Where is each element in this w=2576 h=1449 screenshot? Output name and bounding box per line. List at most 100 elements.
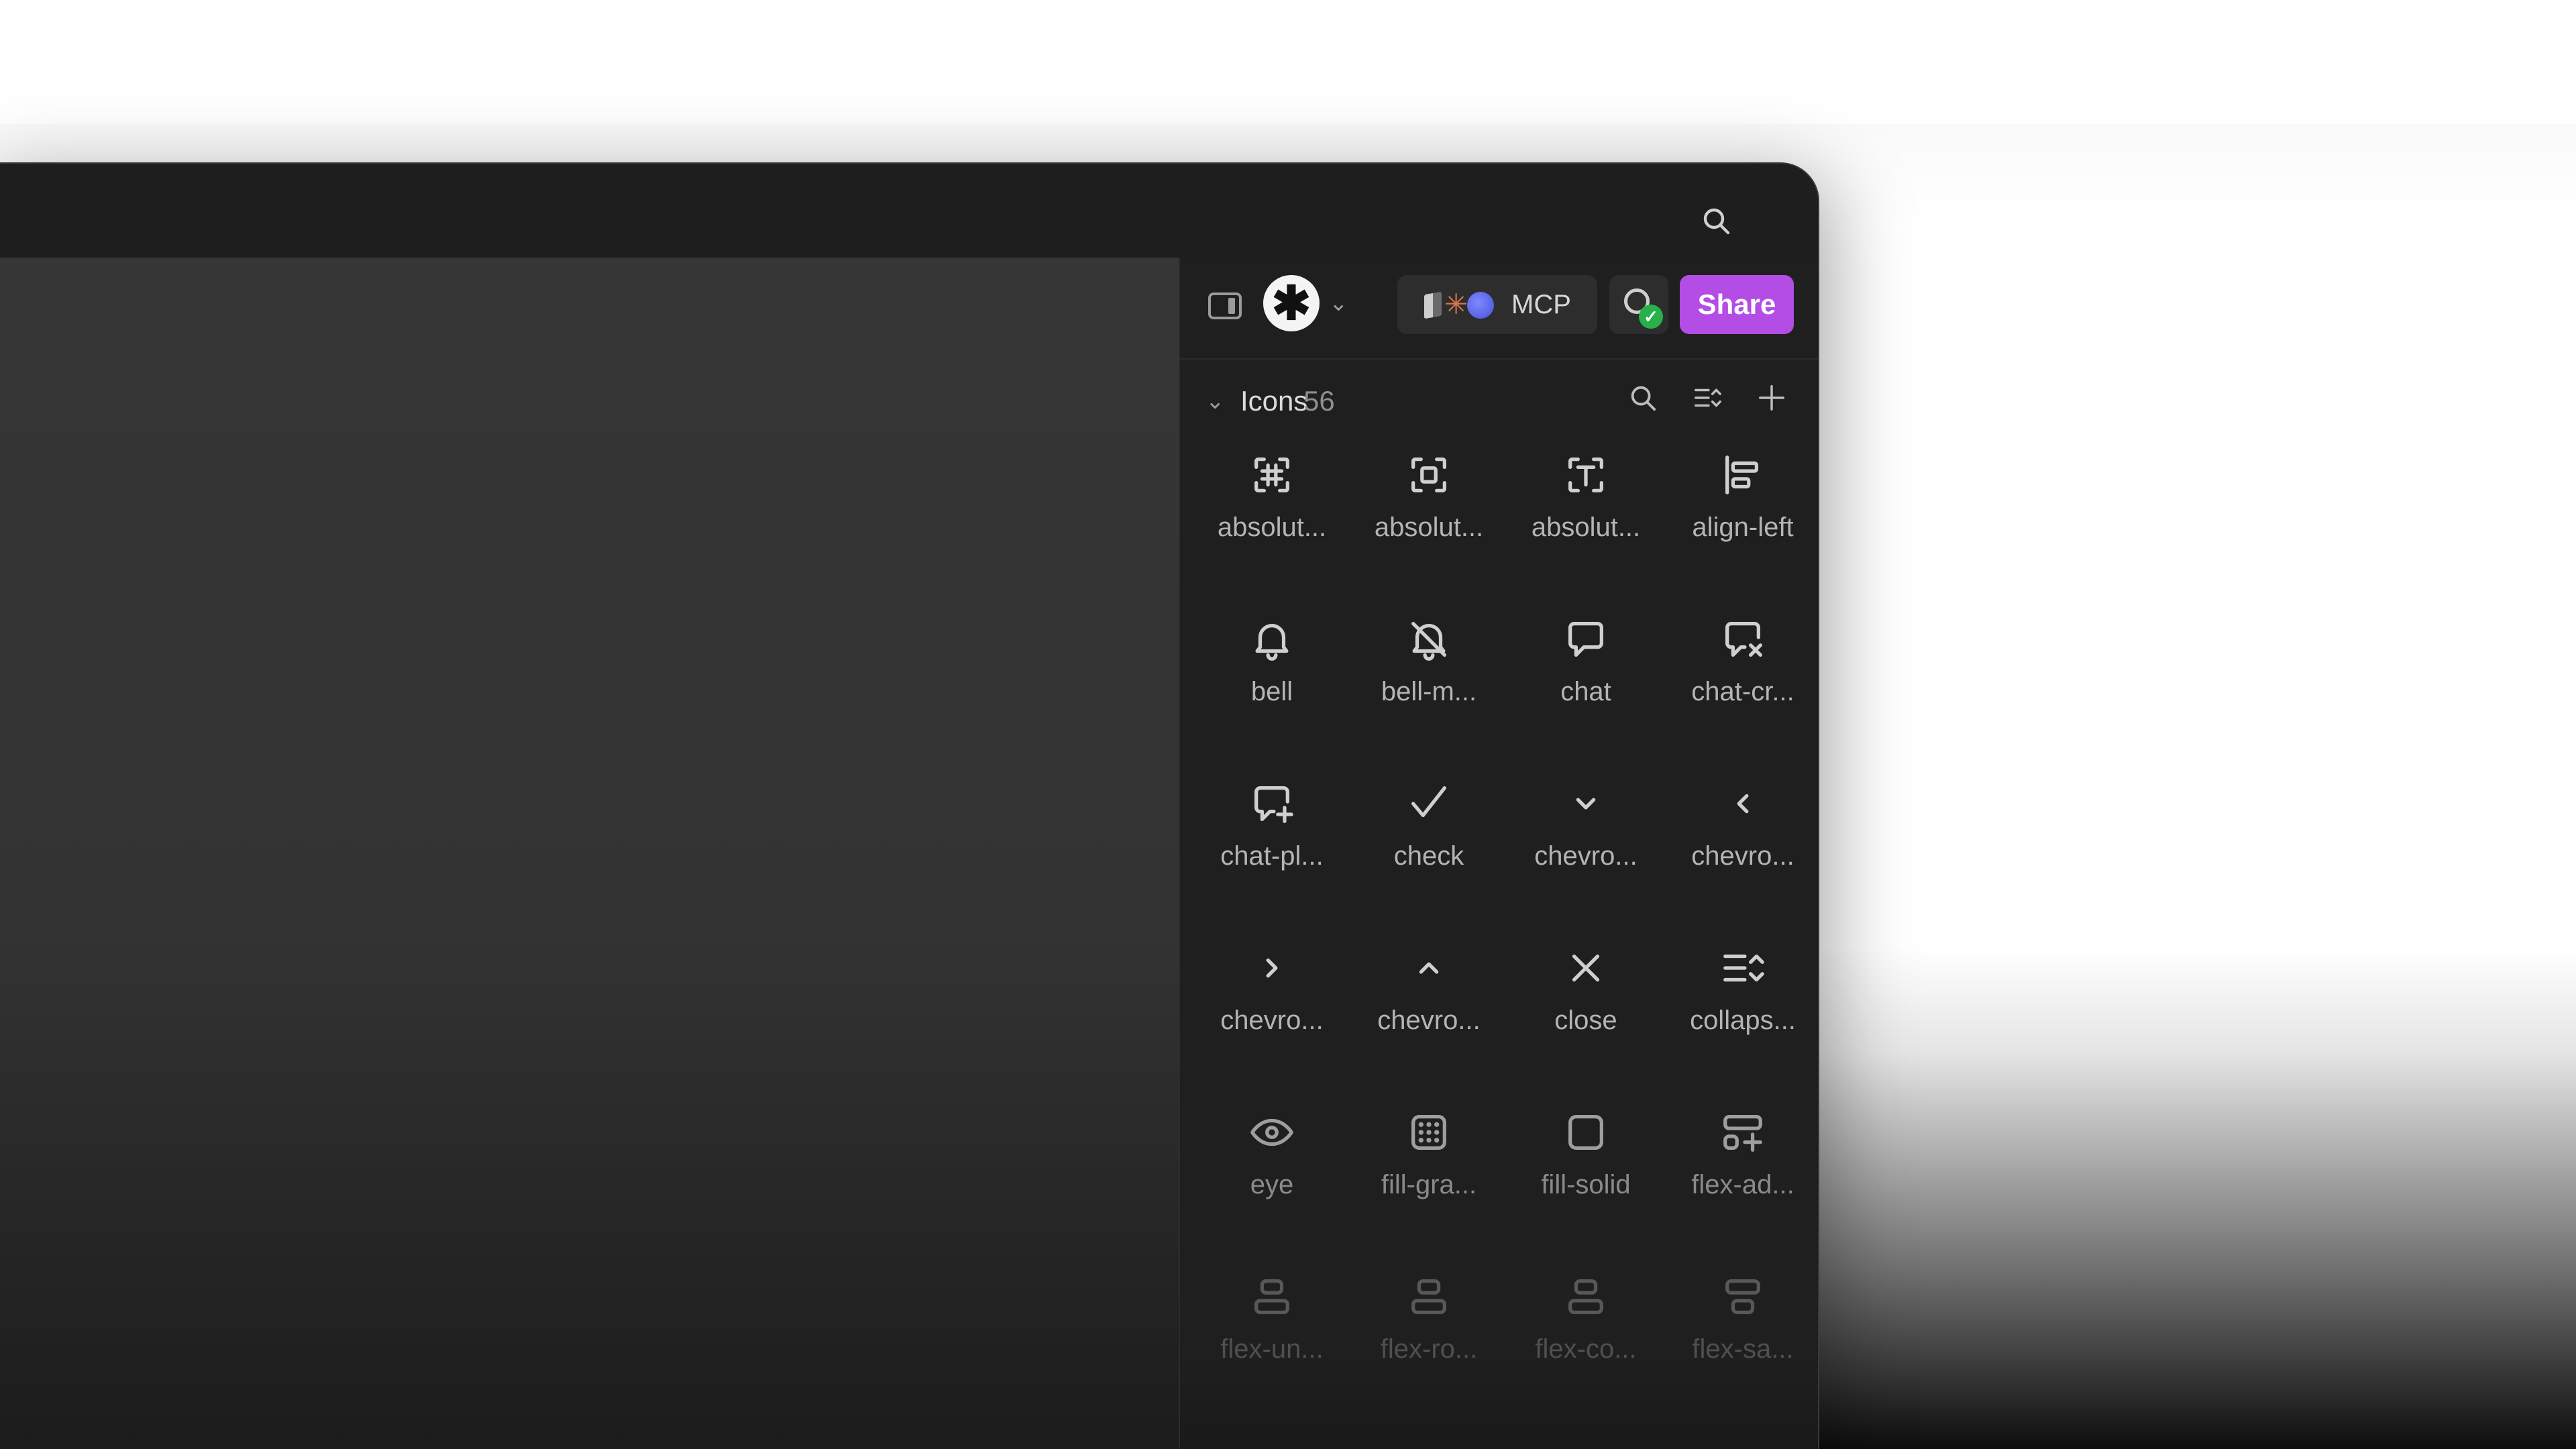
icon-tile[interactable]: chevro... [1664, 774, 1818, 938]
global-search-button[interactable] [1693, 197, 1739, 244]
icon-tile[interactable]: flex-un... [1193, 1267, 1350, 1432]
icons-section-header: ⌄ Icons 56 [1180, 358, 1818, 445]
icon-tile[interactable]: chevro... [1507, 774, 1664, 938]
agent-logo-icon [1467, 292, 1494, 319]
collapse-list-button[interactable] [1686, 377, 1728, 419]
eye-icon [1244, 1104, 1300, 1161]
icon-tile[interactable]: bell [1193, 610, 1350, 774]
design-canvas[interactable] [0, 258, 1179, 1449]
icon-tile[interactable]: chat [1507, 610, 1664, 774]
bell-icon [1244, 611, 1300, 667]
icon-label: chevro... [1534, 841, 1638, 871]
search-icons-button[interactable] [1622, 377, 1664, 419]
icon-label: flex-un... [1220, 1334, 1324, 1364]
chat-cross-icon [1715, 611, 1771, 667]
flex-align-icon [1244, 1269, 1300, 1325]
close-icon [1558, 940, 1614, 996]
icon-label: chevro... [1377, 1006, 1481, 1035]
flex-add-icon [1715, 1104, 1771, 1161]
chevron-down-icon [1558, 775, 1614, 832]
align-left-icon [1715, 447, 1771, 503]
add-icon-button[interactable] [1751, 377, 1792, 419]
icon-label: chevro... [1691, 841, 1794, 871]
icon-tile[interactable]: flex-co... [1507, 1267, 1664, 1432]
frame-text-icon [1558, 447, 1614, 503]
mcp-label: MCP [1511, 289, 1571, 319]
check-icon [1401, 775, 1457, 832]
icon-tile[interactable]: absolut... [1507, 445, 1664, 610]
icon-tile[interactable]: bell-m... [1350, 610, 1507, 774]
section-title: Icons [1240, 385, 1308, 417]
collapse-list-icon [1695, 388, 1721, 407]
section-actions [1622, 377, 1792, 419]
backdrop: ✱ ⌄ ✳ MCP ✓ Share ⌄ Icons 56 absolut... … [0, 0, 2576, 1449]
assets-panel: ✱ ⌄ ✳ MCP ✓ Share ⌄ Icons 56 absolut... … [1179, 258, 1818, 1449]
icon-tile[interactable]: flex-sa... [1664, 1267, 1818, 1432]
share-button[interactable]: Share [1680, 275, 1794, 334]
icon-label: flex-co... [1535, 1334, 1637, 1364]
frame-hash-icon [1244, 447, 1300, 503]
icon-tile[interactable]: absolut... [1193, 445, 1350, 610]
chevron-left-icon [1715, 775, 1771, 832]
icon-tile[interactable]: fill-gra... [1350, 1103, 1507, 1267]
panel-toolbar: ✱ ⌄ ✳ MCP ✓ Share [1180, 258, 1818, 360]
bell-muted-icon [1401, 611, 1457, 667]
icon-tile[interactable]: eye [1193, 1103, 1350, 1267]
chevron-up-icon [1401, 940, 1457, 996]
fill-solid-icon [1558, 1104, 1614, 1161]
frame-square-icon [1401, 447, 1457, 503]
icon-tile[interactable]: chat-pl... [1193, 774, 1350, 938]
sync-status-button[interactable]: ✓ [1609, 275, 1668, 334]
chat-icon [1558, 611, 1614, 667]
icon-tile[interactable]: collaps... [1664, 938, 1818, 1103]
mcp-button[interactable]: ✳ MCP [1397, 275, 1597, 334]
icon-tile[interactable]: chevro... [1193, 938, 1350, 1103]
icon-tile[interactable]: absolut... [1350, 445, 1507, 610]
fill-gradient-icon [1401, 1104, 1457, 1161]
chevron-right-icon [1244, 940, 1300, 996]
icon-label: bell-m... [1381, 677, 1477, 706]
icon-label: flex-ad... [1691, 1170, 1794, 1199]
section-count: 56 [1303, 385, 1335, 417]
flex-align-icon [1558, 1269, 1614, 1325]
icon-label: collaps... [1690, 1006, 1796, 1035]
icon-label: check [1393, 841, 1464, 871]
icon-label: fill-solid [1541, 1170, 1631, 1199]
icon-tile[interactable]: flex-ro... [1350, 1267, 1507, 1432]
collapse-icon [1715, 940, 1771, 996]
icon-tile[interactable]: align-left [1664, 445, 1818, 610]
flex-align-icon [1401, 1269, 1457, 1325]
search-icon [1703, 208, 1730, 235]
icon-tile[interactable]: check [1350, 774, 1507, 938]
search-icon [1631, 386, 1656, 411]
sidebar-toggle-icon[interactable] [1208, 292, 1242, 319]
icon-label: flex-sa... [1692, 1334, 1794, 1364]
icon-tile[interactable]: close [1507, 938, 1664, 1103]
chat-plus-icon [1244, 775, 1300, 832]
icon-label: close [1554, 1006, 1617, 1035]
icon-label: absolut... [1531, 513, 1641, 542]
icon-label: eye [1250, 1170, 1294, 1199]
plus-icon [1759, 385, 1784, 411]
icon-tile[interactable]: chevro... [1350, 938, 1507, 1103]
app-avatar[interactable]: ✱ [1263, 275, 1320, 331]
icon-label: chat [1560, 677, 1611, 706]
icon-tile[interactable]: chat-cr... [1664, 610, 1818, 774]
icon-label: chevro... [1220, 1006, 1324, 1035]
icon-grid: absolut... absolut... absolut... align-left… [1193, 445, 1818, 1432]
icon-label: absolut... [1217, 513, 1327, 542]
asterisk-icon: ✱ [1271, 277, 1311, 329]
icon-tile[interactable]: flex-ad... [1664, 1103, 1818, 1267]
chevron-down-icon[interactable]: ⌄ [1329, 290, 1348, 317]
title-bar [0, 164, 1818, 258]
icon-label: align-left [1692, 513, 1794, 542]
claude-logo-icon: ✳ [1444, 288, 1468, 320]
mcp-client-logos: ✳ [1424, 288, 1498, 321]
flex-center-icon [1715, 1269, 1771, 1325]
icon-label: chat-cr... [1691, 677, 1794, 706]
icon-tile[interactable]: fill-solid [1507, 1103, 1664, 1267]
icon-label: absolut... [1374, 513, 1484, 542]
collapse-section-icon[interactable]: ⌄ [1205, 388, 1225, 415]
icon-label: chat-pl... [1220, 841, 1324, 871]
icon-label: fill-gra... [1381, 1170, 1477, 1199]
